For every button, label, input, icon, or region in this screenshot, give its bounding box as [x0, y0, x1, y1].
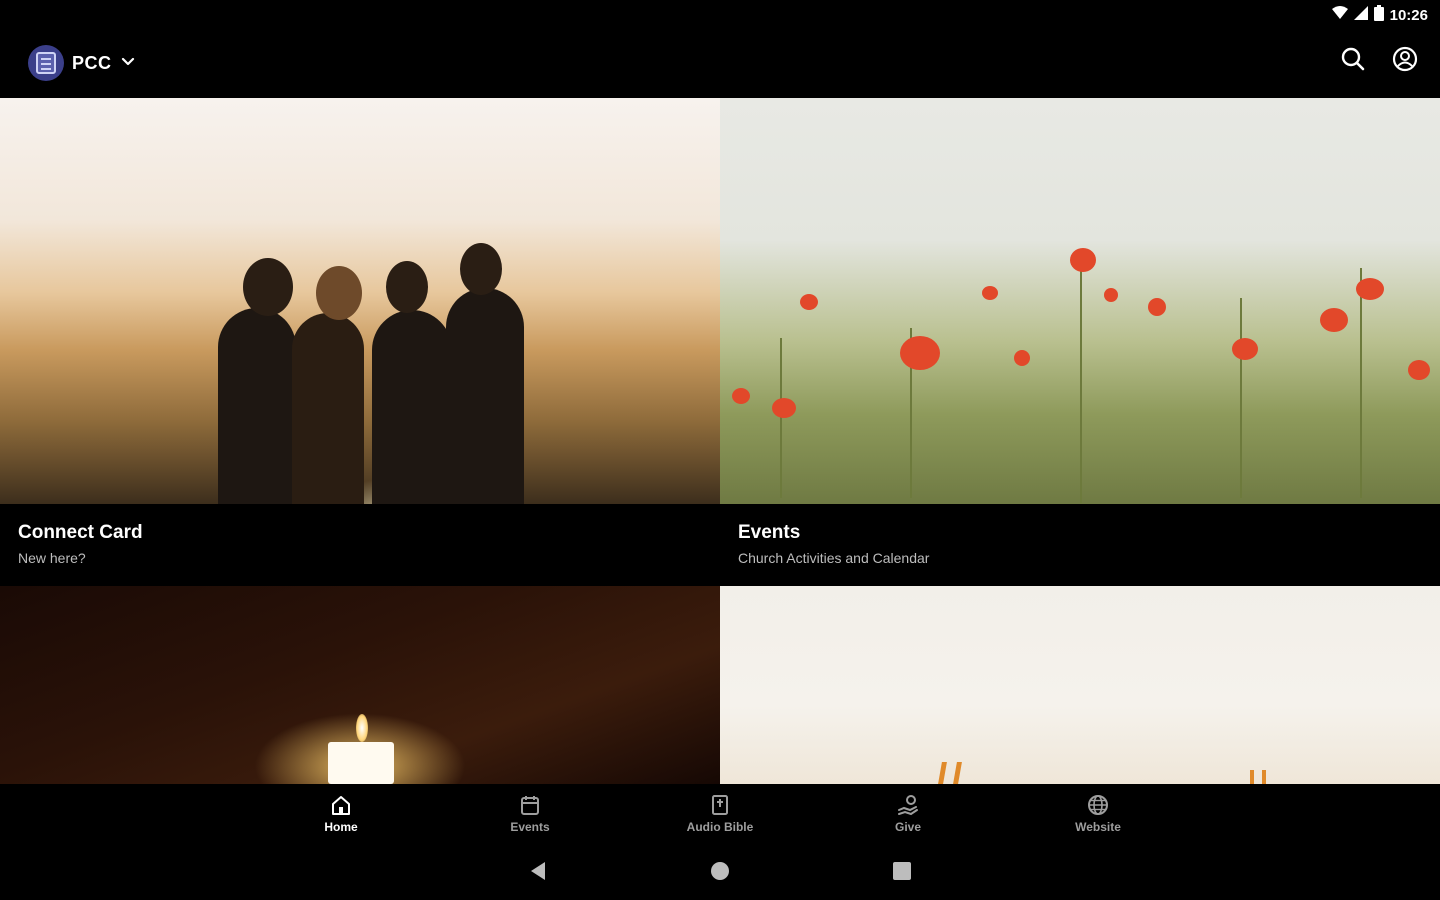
home-icon — [328, 792, 354, 818]
app-bar: PCC — [0, 30, 1440, 98]
candle-tile[interactable] — [0, 586, 720, 784]
card-subtitle: New here? — [18, 550, 86, 566]
system-home-button[interactable] — [709, 861, 731, 886]
events-tile[interactable]: Events Church Activities and Calendar — [720, 98, 1440, 586]
home-circle-icon — [710, 861, 730, 886]
events-image — [720, 98, 1440, 504]
status-icons: 10:26 — [1331, 4, 1428, 26]
chevron-down-icon — [120, 53, 136, 74]
nav-audio-bible[interactable]: Audio Bible — [665, 792, 775, 840]
sky-tile[interactable] — [720, 586, 1440, 784]
calendar-icon — [517, 792, 543, 818]
status-bar: 10:26 — [0, 0, 1440, 30]
card-title: Events — [738, 522, 801, 543]
nav-label: Give — [894, 820, 921, 834]
nav-label: Home — [324, 820, 358, 834]
status-time: 10:26 — [1389, 6, 1428, 24]
card-subtitle: Church Activities and Calendar — [738, 550, 930, 566]
content-grid: Connect Card New here? Events Church Act… — [0, 98, 1440, 784]
wifi-icon — [1331, 5, 1348, 25]
connect-card-caption: Connect Card New here? — [0, 504, 720, 586]
battery-icon — [1373, 4, 1384, 26]
candle-image — [0, 586, 720, 784]
system-navigation-bar — [0, 844, 1440, 900]
nav-home[interactable]: Home — [286, 792, 396, 840]
organization-switcher[interactable]: PCC — [28, 45, 136, 81]
bottom-navigation: Home Events Audio Bible Give Website — [0, 784, 1440, 844]
organization-name: PCC — [72, 52, 112, 73]
nav-label: Events — [510, 820, 550, 834]
account-circle-icon — [1392, 46, 1418, 77]
app-actions — [1338, 46, 1420, 76]
nav-label: Audio Bible — [686, 820, 754, 834]
sky-image — [720, 586, 1440, 784]
nav-website[interactable]: Website — [1043, 792, 1153, 840]
account-button[interactable] — [1390, 46, 1420, 76]
globe-icon — [1085, 792, 1111, 818]
give-icon — [895, 792, 921, 818]
nav-label: Website — [1075, 820, 1121, 834]
bible-icon — [707, 792, 733, 818]
system-back-button[interactable] — [527, 861, 549, 886]
nav-give[interactable]: Give — [853, 792, 963, 840]
recents-square-icon — [892, 861, 912, 886]
search-button[interactable] — [1338, 46, 1368, 76]
search-icon — [1340, 46, 1366, 77]
signal-icon — [1353, 5, 1368, 25]
events-caption: Events Church Activities and Calendar — [720, 504, 1440, 586]
church-logo — [28, 45, 64, 81]
system-recents-button[interactable] — [891, 861, 913, 886]
nav-events[interactable]: Events — [475, 792, 585, 840]
connect-card-tile[interactable]: Connect Card New here? — [0, 98, 720, 604]
connect-card-image — [0, 98, 720, 604]
back-triangle-icon — [529, 861, 547, 886]
card-title: Connect Card — [18, 522, 143, 543]
